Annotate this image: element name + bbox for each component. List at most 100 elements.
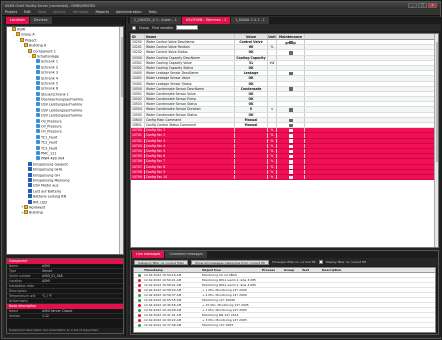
col-header-name[interactable]: Name [145,34,235,39]
maintenance-icon[interactable] [288,160,293,164]
message-tab[interactable]: Live messages [132,251,165,258]
ok-status-icon [137,274,141,277]
sensor-icon [28,199,32,204]
cell-id: 10708 [131,169,145,174]
message-description [322,283,435,287]
message-timestamp: 12.02.2022 10:37:48 AM [144,323,182,327]
sensor-icon [36,64,40,69]
cell-name: Config Fan 10 [145,174,235,180]
maintenance-icon[interactable] [288,118,293,123]
maintenance-icon[interactable] [288,134,293,138]
tab-location[interactable]: Location [6,17,29,24]
maintenance-icon[interactable] [288,149,293,154]
message-object: Monitoring 12Y 2005 [202,323,234,327]
message-status-cell [134,313,144,317]
col-header-maintenance[interactable]: Maintenance group [277,34,305,45]
maintenance-icon[interactable] [288,108,293,112]
msg-col-text[interactable]: Text [302,268,322,272]
tree-node-label: Einspeisung GH [33,173,60,178]
menu-administration[interactable]: Administration [116,10,142,14]
message-timestamp: 12.02.2022 10:58:20 AM [144,288,182,292]
cell-filler [305,159,438,163]
message-text [302,308,322,312]
cell-filler [305,149,438,153]
maximize-button[interactable]: □ [418,3,427,8]
message-object: + 15 Min. Monitoring 12Y 2005 [202,303,249,307]
cell-value [235,154,268,159]
maintenance-icon[interactable] [288,40,293,45]
tree-node-label: Oil_Pressure [41,124,62,129]
table-row[interactable]: 10709 Config Fan 10% [131,174,438,181]
cell-filler [305,113,438,117]
msg-col-object[interactable]: Object tree [202,268,262,272]
cell-maintenance [277,97,305,102]
tab-devices[interactable]: Devices [29,17,52,24]
maintenance-icon[interactable] [288,175,293,180]
cell-value: Manual [235,123,268,128]
col-header-value[interactable]: Value [235,34,268,39]
cell-unit [268,40,277,45]
cell-value: OK [235,102,268,107]
show-all-categories-button[interactable]: Show all messages categories from curren… [191,259,269,265]
document-tab[interactable]: 1_CANCEL_A 1 - Ausen - 1 [130,17,181,24]
msg-col-description[interactable]: Description [322,268,435,272]
maintenance-icon[interactable] [288,87,293,91]
tree-node[interactable]: + Building [7,210,123,215]
msg-col-process[interactable]: Process [262,268,284,272]
maintenance-icon[interactable] [288,51,293,55]
find-variable-input[interactable] [176,25,199,30]
props-key: Name [9,264,19,268]
location-tree[interactable]: - ASMI - Group A - Project - Building A - Compone… [6,26,124,255]
category-filter-button[interactable]: Category filter no current filter [134,259,189,265]
close-button[interactable]: x [428,3,437,8]
group-checkbox[interactable] [132,25,136,30]
tree-scroll-thumb[interactable] [120,37,123,97]
col-header-unit[interactable]: Unit [268,34,277,39]
minimize-button[interactable]: _ [408,3,417,8]
maintenance-icon[interactable] [288,123,293,128]
tree-node-label: USV Leistungsaufnahme [41,113,83,118]
message-tab[interactable]: Unrelated messages [165,251,208,258]
document-tab[interactable]: 1_KANAL 1 A 1 - 1 [231,17,269,24]
message-row[interactable]: 12.02.2022 10:37:48 AM Monitoring 12Y 200… [134,323,435,328]
maintenance-icon[interactable] [288,71,293,76]
cell-unit [268,91,277,97]
msg-col-group[interactable]: Group [284,268,302,272]
document-tab[interactable]: USV/FUNK - Stimmen - 1 [181,17,231,24]
menu-actions[interactable]: Actions [53,10,66,14]
cell-filler [305,165,438,169]
grid-scrollbar[interactable] [434,34,438,247]
tree-node-label: Schrank 4 [41,76,58,81]
col-header-id[interactable]: ID [131,34,145,39]
menu-project[interactable]: Project [5,10,17,14]
grid-body: 10200 Water Control Valve DescName Control… [131,40,438,181]
cell-name: Water Condensate Sensor Duration [145,107,235,112]
cell-unit: % [268,128,277,133]
properties-panel: Component Name ASMI Type Server Serial number… [6,258,124,334]
message-process [262,278,284,282]
grid-scroll-thumb[interactable] [435,42,438,162]
maintenance-icon[interactable] [288,170,293,174]
menu-view[interactable]: View [38,10,46,14]
tree-node-label: PMC_121 [41,151,57,156]
display-filter-checkbox[interactable] [318,260,323,264]
menu-reports[interactable]: Reports [96,10,109,14]
message-group [284,323,302,327]
maintenance-icon[interactable] [288,128,293,133]
cell-maintenance [277,148,305,154]
maintenance-icon[interactable] [288,165,293,169]
menu-edit[interactable]: Edit [24,10,31,14]
props-key: Version [9,314,21,318]
msg-col-timestamp[interactable]: Timestamp [144,268,202,272]
cell-filler [305,154,438,158]
tree-node-label: Einspeisung Messung [33,178,70,183]
cell-name: Water Cooling Capacity Value [145,60,235,65]
maintenance-icon[interactable] [288,154,293,159]
cell-unit [268,65,277,71]
menu-help[interactable]: Help [149,10,157,14]
menu-windows[interactable]: Windows [73,10,89,14]
cell-value: Condensate [235,86,268,91]
maintenance-icon[interactable] [288,139,293,143]
tree-scrollbar[interactable] [119,27,123,254]
maintenance-icon[interactable] [288,144,293,149]
